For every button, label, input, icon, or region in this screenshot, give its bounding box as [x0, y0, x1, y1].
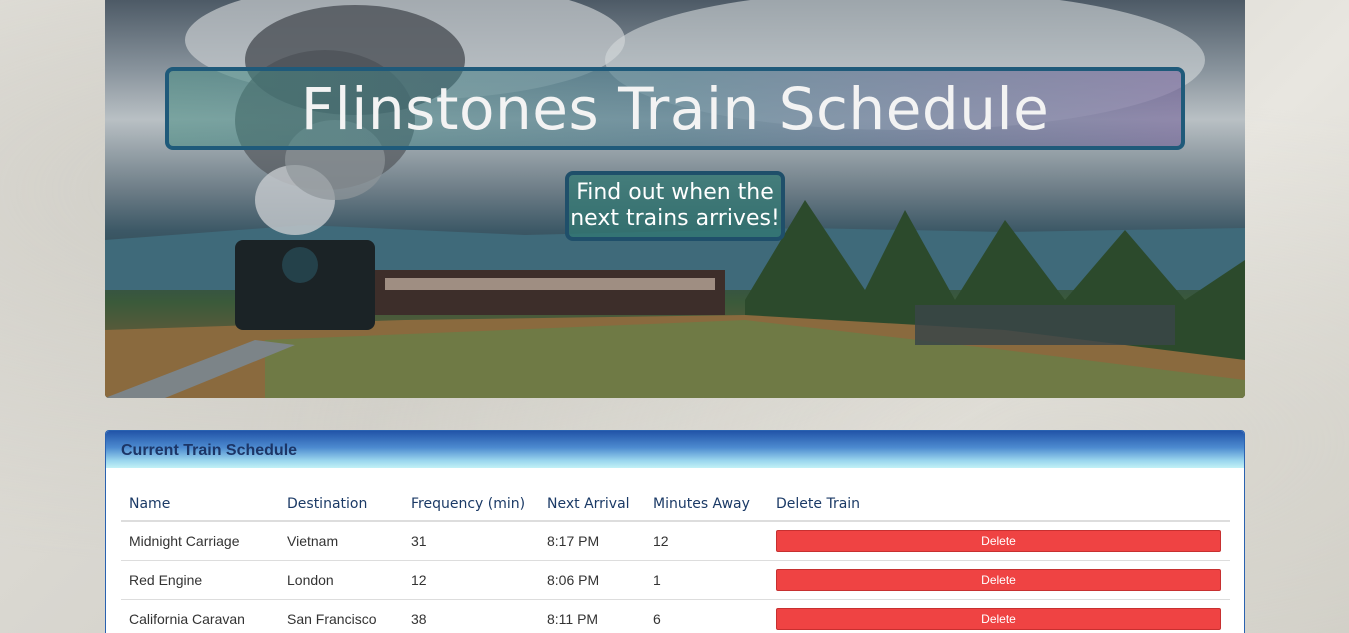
- table-row: Red Engine London 12 8:06 PM 1 Delete: [121, 559, 1230, 599]
- table-row: Midnight Carriage Vietnam 31 8:17 PM 12 …: [121, 520, 1230, 560]
- delete-train-button[interactable]: Delete: [776, 529, 1221, 552]
- train-name-cell: California Caravan: [121, 598, 279, 633]
- table-row: California Caravan San Francisco 38 8:11…: [121, 598, 1230, 633]
- delete-cell: Delete: [768, 598, 1230, 633]
- hero-subtitle-box: Find out when the next trains arrives!: [565, 171, 785, 241]
- column-header-frequency: Frequency (min): [403, 483, 539, 522]
- next-arrival-cell: 8:06 PM: [539, 559, 645, 599]
- train-name-cell: Midnight Carriage: [121, 520, 279, 560]
- frequency-cell: 38: [403, 598, 539, 633]
- delete-cell: Delete: [768, 520, 1230, 560]
- hero-banner: Flinstones Train Schedule Find out when …: [105, 0, 1245, 398]
- table-header-row: Name Destination Frequency (min) Next Ar…: [121, 483, 1230, 522]
- page-title: Flinstones Train Schedule: [300, 74, 1050, 143]
- delete-train-button[interactable]: Delete: [776, 568, 1221, 591]
- schedule-panel: Current Train Schedule Name Destination …: [105, 430, 1245, 633]
- destination-cell: London: [279, 559, 403, 599]
- column-header-destination: Destination: [279, 483, 403, 522]
- next-arrival-cell: 8:11 PM: [539, 598, 645, 633]
- minutes-away-cell: 12: [645, 520, 768, 560]
- frequency-cell: 31: [403, 520, 539, 560]
- destination-cell: San Francisco: [279, 598, 403, 633]
- schedule-table: Name Destination Frequency (min) Next Ar…: [121, 483, 1230, 633]
- schedule-panel-heading: Current Train Schedule: [106, 431, 1244, 468]
- column-header-delete-train: Delete Train: [768, 483, 1230, 522]
- train-name-cell: Red Engine: [121, 559, 279, 599]
- frequency-cell: 12: [403, 559, 539, 599]
- schedule-panel-title: Current Train Schedule: [121, 442, 298, 459]
- next-arrival-cell: 8:17 PM: [539, 520, 645, 560]
- page-subtitle: Find out when the next trains arrives!: [570, 180, 780, 231]
- hero-title-box: Flinstones Train Schedule: [165, 67, 1185, 150]
- delete-cell: Delete: [768, 559, 1230, 599]
- schedule-panel-body: Name Destination Frequency (min) Next Ar…: [106, 468, 1244, 633]
- delete-train-button[interactable]: Delete: [776, 607, 1221, 630]
- minutes-away-cell: 1: [645, 559, 768, 599]
- column-header-minutes-away: Minutes Away: [645, 483, 768, 522]
- minutes-away-cell: 6: [645, 598, 768, 633]
- destination-cell: Vietnam: [279, 520, 403, 560]
- column-header-name: Name: [121, 483, 279, 522]
- column-header-next-arrival: Next Arrival: [539, 483, 645, 522]
